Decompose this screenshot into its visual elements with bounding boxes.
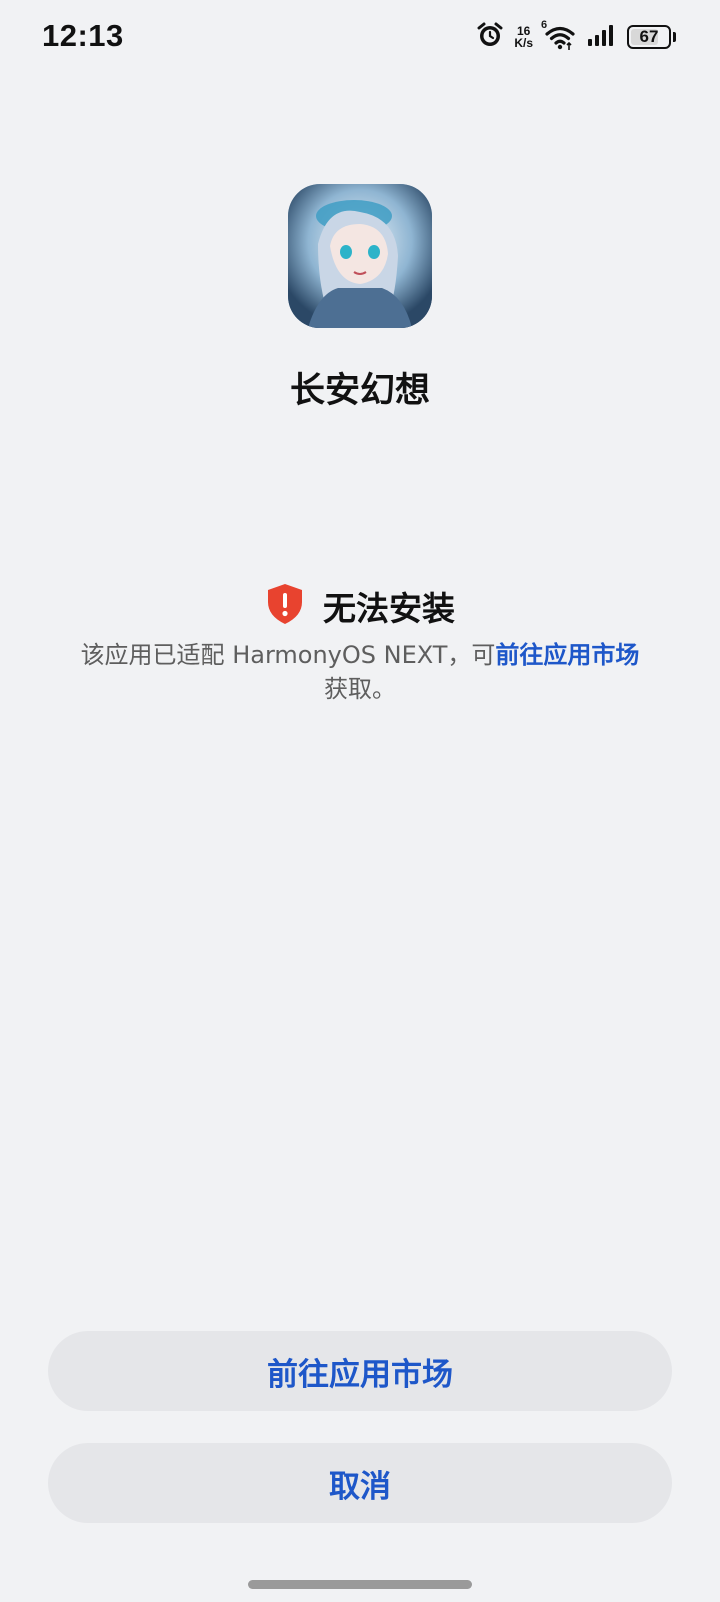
home-indicator[interactable]	[248, 1580, 472, 1589]
app-icon	[288, 184, 432, 328]
cancel-button[interactable]: 取消	[48, 1443, 672, 1523]
signal-icon	[587, 23, 617, 51]
battery-level: 67	[639, 27, 659, 46]
battery-icon: 67	[627, 25, 671, 49]
market-link[interactable]: 前往应用市场	[495, 641, 639, 669]
wifi-generation-label: 6	[541, 19, 548, 31]
wifi-icon: 6	[541, 19, 577, 51]
error-description-text: 该应用已适配 HarmonyOS NEXT，可	[80, 641, 496, 669]
network-speed-unit: K/s	[514, 36, 533, 50]
error-description: 该应用已适配 HarmonyOS NEXT，可前往应用市场获取。	[40, 638, 680, 706]
shield-alert-icon	[265, 582, 305, 630]
error-header: 无法安装	[0, 582, 720, 630]
status-icons: 16 K/s 6 67	[476, 19, 676, 53]
go-to-market-button[interactable]: 前往应用市场	[48, 1331, 672, 1411]
status-time: 12:13	[42, 18, 124, 53]
network-speed: 16 K/s	[514, 25, 533, 49]
battery-indicator: 67	[627, 25, 676, 49]
status-bar: 12:13 16 K/s 6 67	[0, 0, 720, 76]
error-title: 无法安装	[323, 589, 455, 628]
error-description-suffix: 获取。	[324, 675, 396, 703]
app-name: 长安幻想	[289, 371, 430, 411]
alarm-icon	[476, 21, 504, 53]
